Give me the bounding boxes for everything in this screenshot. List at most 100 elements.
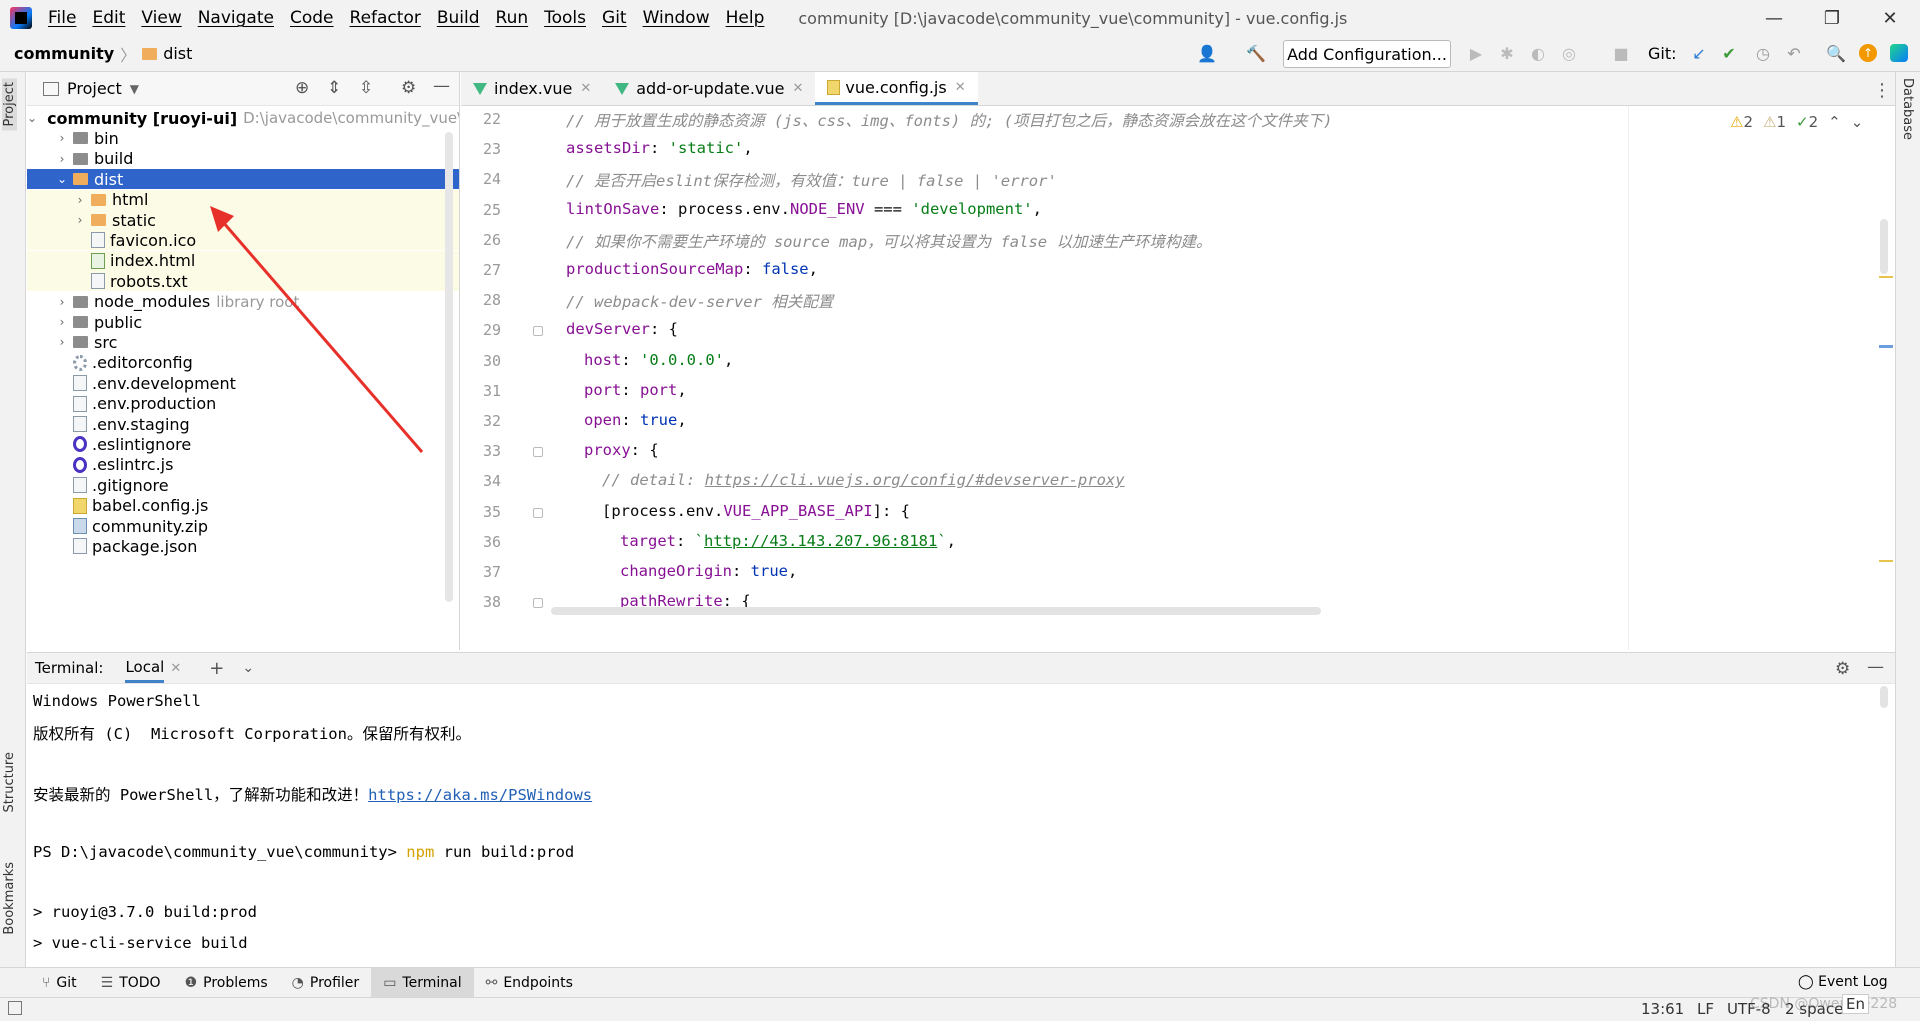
line-separator[interactable]: LF [1697,1000,1714,1018]
terminal-tab-local[interactable]: Local [125,654,165,683]
menu-tools[interactable]: Tools [536,8,594,28]
fold-marker-icon[interactable] [533,598,543,609]
git-update-icon[interactable]: ↙ [1688,42,1710,64]
profile-icon[interactable]: ◎ [1558,42,1580,64]
menu-edit[interactable]: Edit [84,8,133,28]
update-icon[interactable]: ↑ [1857,42,1879,64]
bookmarks-side-tab[interactable]: Bookmarks [2,862,17,935]
expand-all-icon[interactable]: ⇕ [327,78,341,98]
menu-build[interactable]: Build [429,8,488,28]
hide-panel-icon[interactable]: — [433,76,450,96]
chevron-down-icon[interactable]: ⌄ [242,660,254,676]
run-icon[interactable]: ▶ [1465,42,1487,64]
tree-scrollbar[interactable] [445,132,453,602]
tool-window-tab[interactable]: ◔ Profiler [280,968,372,998]
tree-item[interactable]: community.zip [27,516,459,536]
tree-item[interactable]: › bin [27,128,459,148]
warning-marker[interactable] [1879,276,1893,278]
tool-window-tab[interactable]: ☰ TODO [89,968,173,998]
editor-tab[interactable]: add-or-update.vue ✕ [603,72,815,105]
chevron-right-icon[interactable]: › [55,315,69,329]
menu-file[interactable]: File [40,8,84,28]
project-side-tab[interactable]: Project [2,78,17,131]
gear-icon[interactable]: ⚙ [401,78,416,98]
close-icon[interactable]: ✕ [955,80,966,95]
restore-button[interactable]: ❐ [1803,0,1861,36]
chevron-down-icon[interactable]: ⌄ [27,111,37,125]
hide-panel-icon[interactable]: — [1867,657,1884,677]
minimize-button[interactable]: — [1745,0,1803,36]
chevron-right-icon[interactable]: › [73,213,87,227]
event-log-button[interactable]: ◯ Event Log [1798,974,1888,990]
stop-icon[interactable]: ■ [1610,42,1632,64]
menu-git[interactable]: Git [594,8,635,28]
chevron-down-icon[interactable]: ⌄ [55,172,69,186]
debug-icon[interactable]: ✱ [1496,42,1518,64]
menu-navigate[interactable]: Navigate [190,8,282,28]
inspection-widget[interactable]: ⚠2 ⚠1 ✓2 ⌃ ⌄ [1730,113,1863,131]
breadcrumb-dist[interactable]: dist [163,44,192,63]
menu-run[interactable]: Run [488,8,537,28]
warning-marker[interactable] [1879,560,1893,562]
toggle-tool-windows-icon[interactable] [8,1001,22,1015]
next-highlight-icon[interactable]: ⌄ [1851,113,1864,131]
add-configuration-button[interactable]: Add Configuration... [1283,40,1451,68]
menu-refactor[interactable]: Refactor [342,8,429,28]
close-icon[interactable]: ✕ [792,81,803,96]
more-vertical-icon[interactable]: ⋮ [1873,80,1891,101]
close-icon[interactable]: ✕ [580,81,591,96]
menu-help[interactable]: Help [718,8,773,28]
chevron-right-icon[interactable]: › [55,131,69,145]
user-icon[interactable]: 👤 [1196,42,1218,64]
vertical-scrollbar[interactable] [1880,219,1888,274]
breadcrumb-project[interactable]: community [14,44,114,63]
menu-window[interactable]: Window [635,8,718,28]
fold-marker-icon[interactable] [533,326,543,337]
search-icon[interactable]: 🔍 [1825,42,1847,64]
build-hammer-icon[interactable]: 🔨 [1245,42,1267,64]
tool-window-tab[interactable]: ❶ Problems [173,968,280,998]
chevron-down-icon[interactable]: ▼ [130,82,139,96]
ime-indicator[interactable]: En [1842,994,1869,1014]
new-terminal-icon[interactable]: + [209,658,224,679]
project-panel-title[interactable]: Project [67,79,122,98]
close-button[interactable]: ✕ [1861,0,1919,36]
tree-item[interactable]: babel.config.js [27,496,459,516]
database-side-tab[interactable]: Database [1900,78,1915,140]
tree-item[interactable]: package.json [27,536,459,556]
jetbrains-toolbox-icon[interactable] [1888,42,1910,64]
terminal-scrollbar[interactable] [1880,686,1888,708]
terminal-link[interactable]: https://aka.ms/PSWindows [368,786,592,804]
editor-tab[interactable]: vue.config.js ✕ [815,72,978,105]
tree-item[interactable]: › build [27,149,459,169]
info-marker[interactable] [1879,345,1893,348]
terminal-output[interactable]: Windows PowerShell 版权所有 (C) Microsoft Cor… [27,684,1895,967]
previous-highlight-icon[interactable]: ⌃ [1828,113,1841,131]
chevron-right-icon[interactable]: › [55,295,69,309]
menu-code[interactable]: Code [282,8,342,28]
fold-marker-icon[interactable] [533,447,543,458]
tool-window-tab[interactable]: ⚯ Endpoints [474,968,585,998]
horizontal-scrollbar[interactable] [551,607,1321,615]
caret-position[interactable]: 13:61 [1641,1000,1684,1018]
fold-marker-icon[interactable] [533,507,543,518]
git-commit-icon[interactable]: ✔ [1718,42,1740,64]
collapse-all-icon[interactable]: ⇳ [359,78,373,98]
gear-icon[interactable]: ⚙ [1835,659,1850,679]
menu-view[interactable]: View [133,8,189,28]
tool-window-tab[interactable]: ⑂ Git [30,968,89,998]
tree-item[interactable]: ⌄ dist [27,169,459,190]
chevron-right-icon[interactable]: › [55,152,69,166]
git-rollback-icon[interactable]: ↶ [1783,42,1805,64]
code-editor[interactable]: 22 23 24 25 26 27 28 29 30 31 32 33 34 35 36 37 38 // 用于… [461,106,1895,650]
locate-icon[interactable]: ⊕ [295,78,309,98]
tree-item[interactable]: ⌄ community [ruoyi-ui] D:\javacode\communi… [27,108,459,128]
close-tab-icon[interactable]: ✕ [170,661,181,676]
git-history-icon[interactable]: ◷ [1752,42,1774,64]
tool-window-tab[interactable]: ▭ Terminal [371,967,474,998]
chevron-right-icon[interactable]: › [55,335,69,349]
structure-side-tab[interactable]: Structure [2,752,17,812]
tree-item[interactable]: .gitignore [27,475,459,495]
chevron-right-icon[interactable]: › [73,193,87,207]
editor-tab[interactable]: index.vue ✕ [461,72,603,105]
